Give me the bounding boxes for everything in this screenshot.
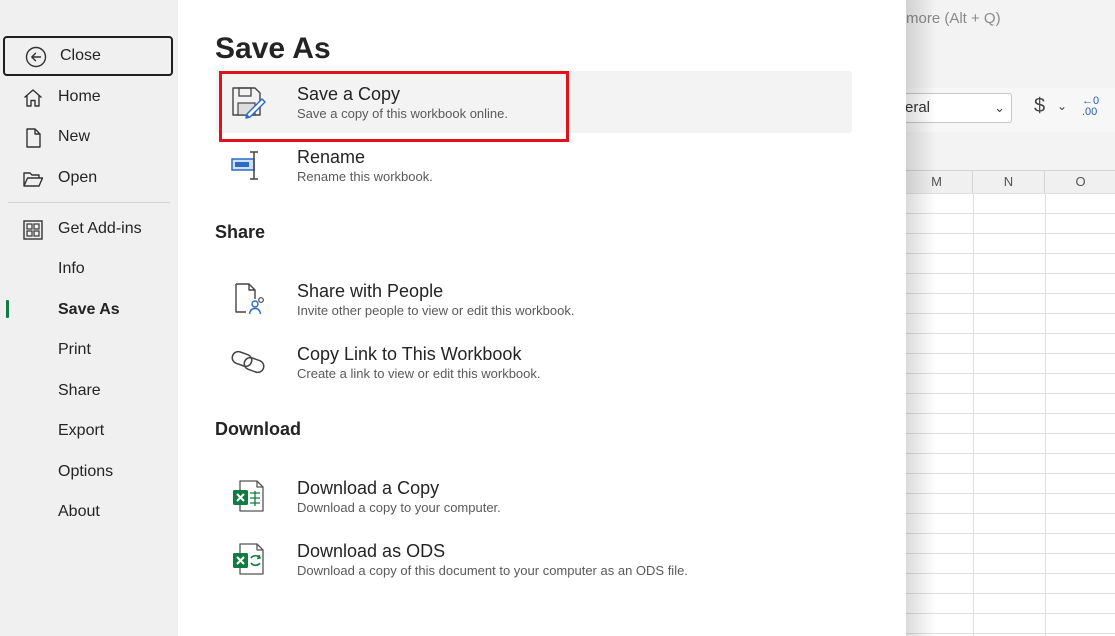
link-icon xyxy=(231,350,265,374)
option-title: Copy Link to This Workbook xyxy=(297,344,522,364)
decimal-bottom-label: .00 xyxy=(1082,106,1098,118)
search-box-text[interactable]: more (Alt + Q) xyxy=(906,10,1001,27)
option-description: Rename this workbook. xyxy=(297,169,433,184)
nav-item-print[interactable]: Print xyxy=(0,332,178,368)
chevron-down-icon: ⌄ xyxy=(994,100,1005,115)
background-spreadsheet: more (Alt + Q) eral ⌄ $ ⌄ ←0 .00 M N O xyxy=(906,0,1115,636)
nav-item-share[interactable]: Share xyxy=(0,373,178,409)
nav-item-home[interactable]: Home xyxy=(0,79,178,115)
option-title: Save a Copy xyxy=(297,84,401,104)
download-as-ods-option[interactable]: Download as ODS Download a copy of this … xyxy=(216,528,852,590)
nav-item-options[interactable]: Options xyxy=(0,454,178,490)
option-title: Download as ODS xyxy=(297,541,446,561)
nav-item-get-add-ins[interactable]: Get Add-ins xyxy=(0,211,178,247)
nav-item-label: Print xyxy=(58,341,91,358)
nav-item-info[interactable]: Info xyxy=(0,251,178,287)
option-description: Download a copy of this document to your… xyxy=(297,563,688,578)
nav-item-label: Info xyxy=(58,260,85,277)
close-label: Close xyxy=(60,47,101,64)
option-description: Save a copy of this workbook online. xyxy=(297,106,509,121)
share-heading: Share xyxy=(215,222,266,242)
option-description: Download a copy to your computer. xyxy=(297,500,501,515)
back-arrow-icon xyxy=(25,46,47,68)
option-title: Download a Copy xyxy=(297,478,440,498)
cell-grid[interactable] xyxy=(906,193,1115,636)
rename-option[interactable]: Rename Rename this workbook. xyxy=(216,134,852,196)
chevron-down-icon[interactable]: ⌄ xyxy=(1057,99,1067,113)
nav-item-label: New xyxy=(58,128,91,145)
open-folder-icon xyxy=(23,172,44,187)
share-people-icon xyxy=(235,283,264,315)
save-a-copy-option[interactable]: Save a Copy Save a copy of this workbook… xyxy=(216,71,852,133)
home-icon xyxy=(24,89,42,107)
nav-item-label: Home xyxy=(58,88,101,105)
save-copy-icon xyxy=(232,87,266,119)
column-header[interactable]: N xyxy=(973,171,1045,193)
nav-divider xyxy=(8,202,170,203)
number-format-dropdown[interactable]: eral ⌄ xyxy=(906,93,1012,123)
nav-item-export[interactable]: Export xyxy=(0,413,178,449)
excel-download-icon xyxy=(233,480,264,512)
close-button[interactable]: Close xyxy=(3,36,173,76)
nav-item-label: About xyxy=(58,503,100,520)
nav-item-label: Share xyxy=(58,382,101,399)
currency-format-button[interactable]: $ xyxy=(1034,95,1045,118)
option-title: Share with People xyxy=(297,281,444,301)
nav-item-label: Export xyxy=(58,422,105,439)
option-description: Create a link to view or edit this workb… xyxy=(297,366,541,381)
save-as-panel: Save As Save a Copy Save a copy of this … xyxy=(178,0,906,636)
column-header[interactable]: M xyxy=(906,171,973,193)
excel-ods-icon xyxy=(233,543,264,575)
nav-item-label: Open xyxy=(58,169,98,186)
nav-item-label: Save As xyxy=(58,301,120,318)
nav-item-save-as[interactable]: Save As xyxy=(0,292,178,328)
backstage-nav: Close Home New Open Get Add-ins Info Sav… xyxy=(0,0,178,636)
page-title: Save As xyxy=(215,32,331,65)
column-headers: M N O xyxy=(906,170,1115,194)
download-heading: Download xyxy=(215,419,301,439)
add-ins-icon xyxy=(23,220,43,240)
nav-item-about[interactable]: About xyxy=(0,494,178,530)
share-with-people-option[interactable]: Share with People Invite other people to… xyxy=(216,268,852,330)
nav-item-open[interactable]: Open xyxy=(0,160,178,196)
new-file-icon xyxy=(26,128,41,148)
download-copy-option[interactable]: Download a Copy Download a copy to your … xyxy=(216,465,852,527)
number-format-value: eral xyxy=(906,99,931,116)
option-title: Rename xyxy=(297,147,366,167)
nav-item-new[interactable]: New xyxy=(0,119,178,155)
rename-icon xyxy=(231,151,258,180)
nav-item-label: Options xyxy=(58,463,114,480)
column-header[interactable]: O xyxy=(1045,171,1115,193)
nav-item-label: Get Add-ins xyxy=(58,220,142,237)
decrease-decimal-button[interactable]: ←0 .00 xyxy=(1082,96,1099,118)
option-description: Invite other people to view or edit this… xyxy=(297,303,575,318)
copy-link-option[interactable]: Copy Link to This Workbook Create a link… xyxy=(216,331,852,393)
